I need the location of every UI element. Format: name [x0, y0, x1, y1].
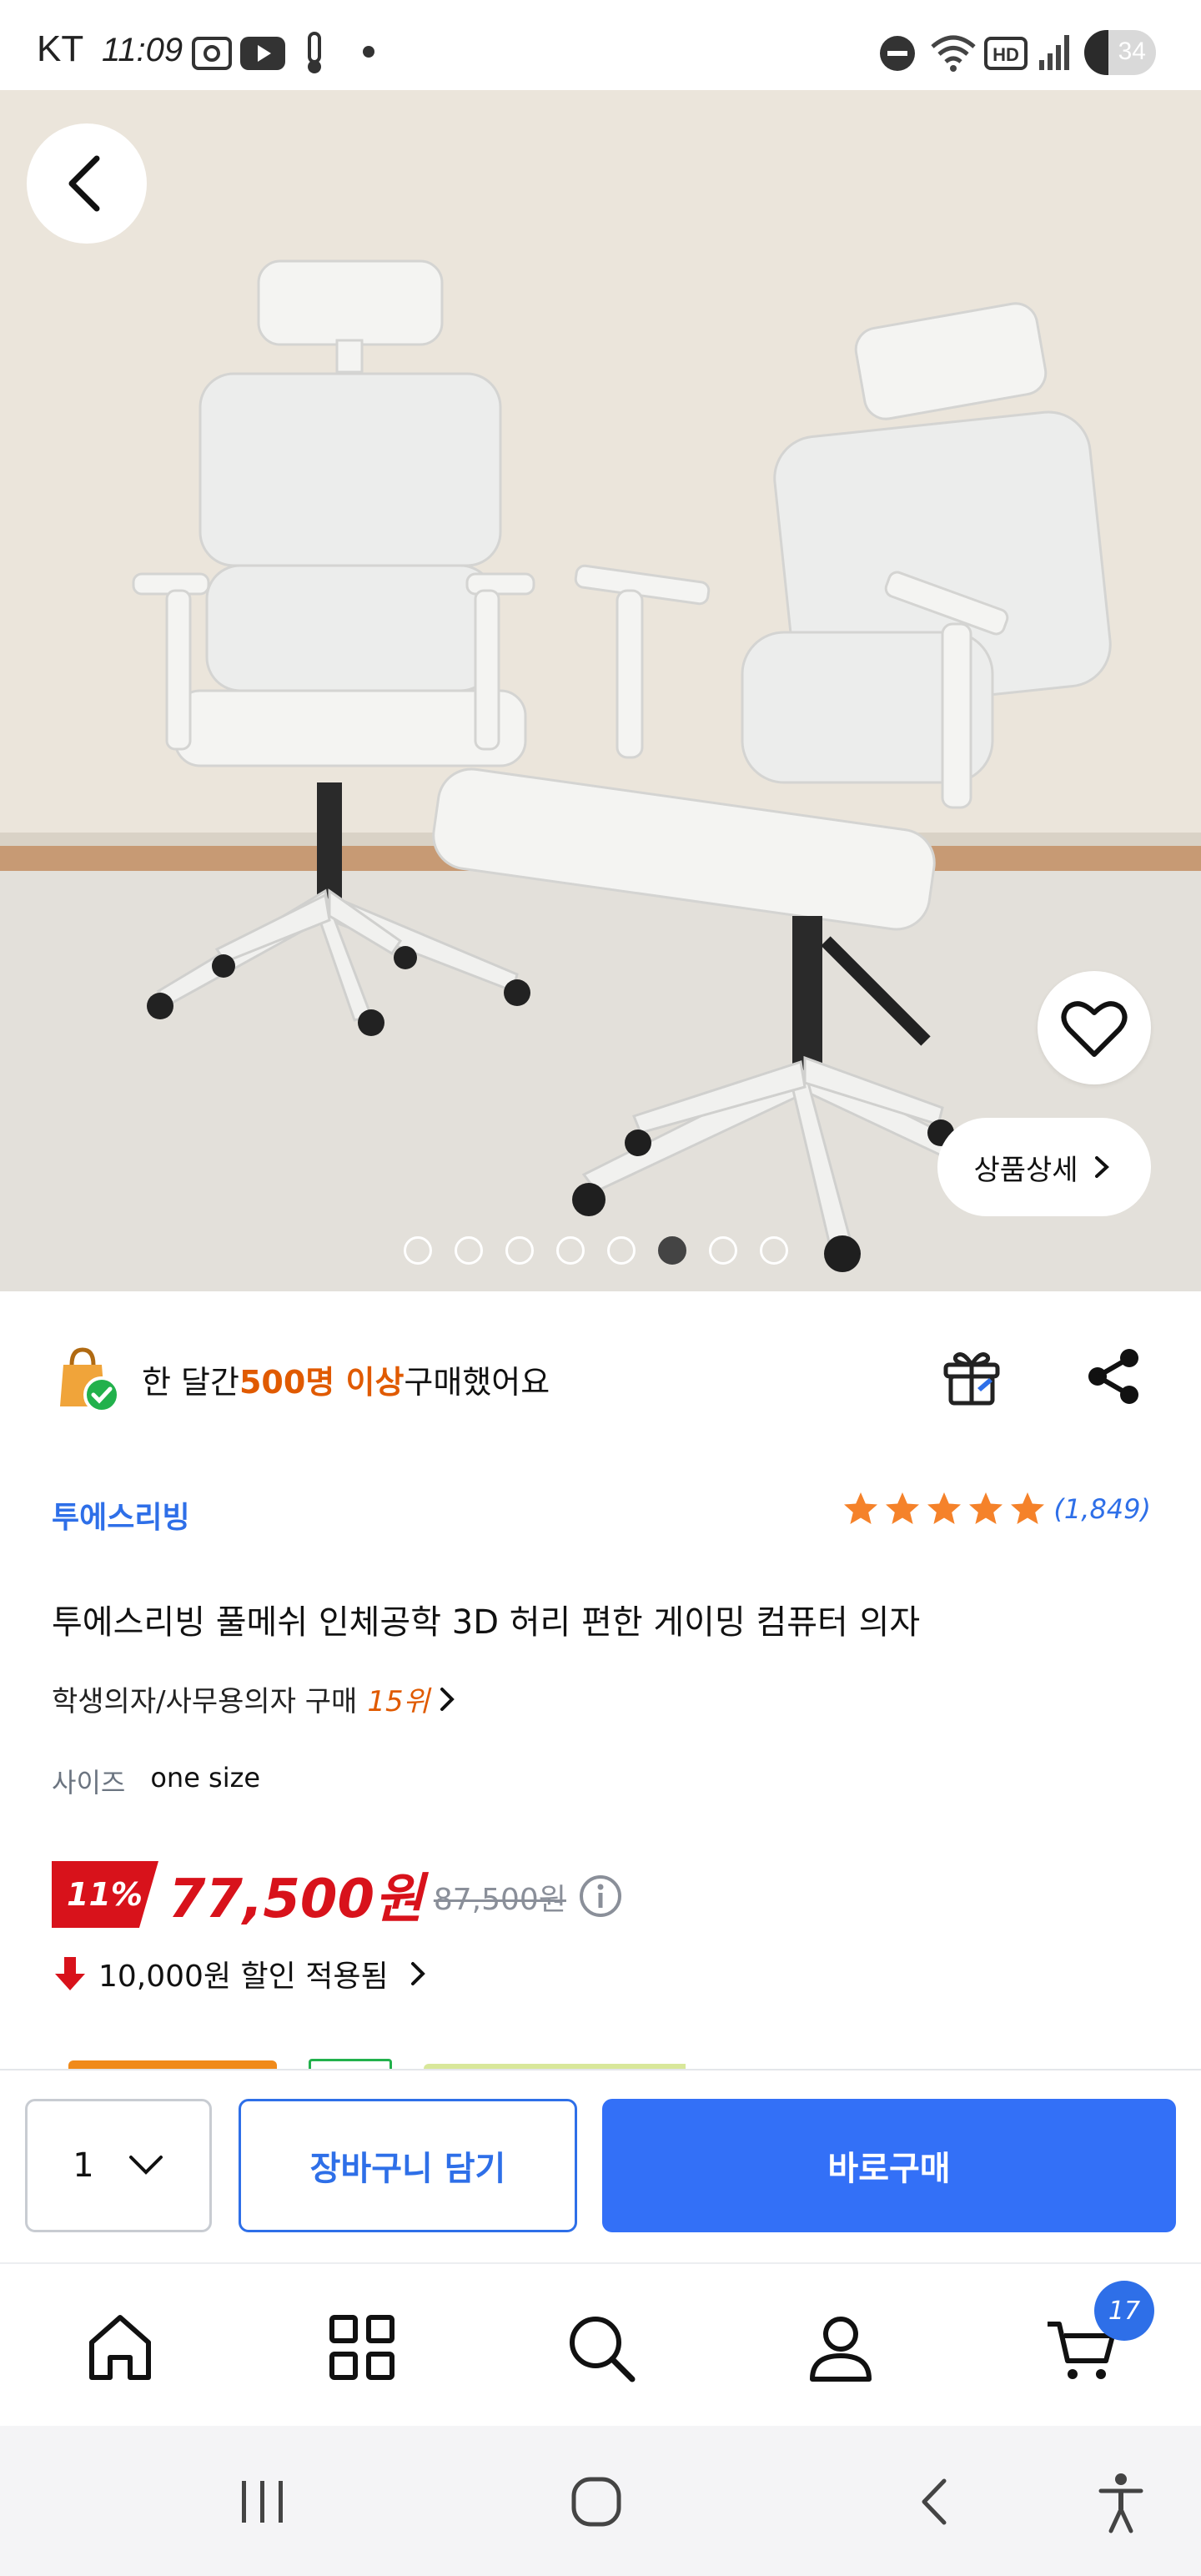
- signal-icon: [1039, 35, 1069, 70]
- quantity-selector[interactable]: 1: [25, 2099, 212, 2232]
- size-label: 사이즈: [52, 1767, 126, 1799]
- back-button[interactable]: [27, 123, 147, 244]
- screenshot-icon: [192, 37, 232, 70]
- product-detail-label: 상품상세: [973, 1153, 1078, 1187]
- purchase-highlight: 500명 이상: [239, 1363, 405, 1401]
- category-icon: [329, 2315, 394, 2380]
- share-icon: [1088, 1349, 1138, 1404]
- star-rating: [842, 1490, 1047, 1528]
- quantity-value: 1: [73, 2146, 94, 2185]
- purchase-action-bar: 1 장바구니 담기 바로구매: [0, 2069, 1201, 2262]
- carousel-dot[interactable]: [556, 1236, 585, 1265]
- youtube-icon: [240, 37, 285, 70]
- rank-number: 15위: [367, 1685, 430, 1718]
- purchase-prefix: 한 달간: [142, 1363, 239, 1401]
- carousel-dot[interactable]: [607, 1236, 636, 1265]
- chevron-right-icon: [1094, 1156, 1109, 1178]
- battery-level: 34: [1118, 38, 1146, 65]
- dot-icon: [363, 46, 374, 58]
- star-icon: [969, 1492, 1003, 1524]
- carousel-dot[interactable]: [658, 1236, 686, 1265]
- carousel-dot[interactable]: [455, 1236, 483, 1265]
- gift-icon: [943, 1352, 1000, 1406]
- do-not-disturb-icon: [880, 36, 915, 71]
- chevron-left-icon: [68, 155, 100, 212]
- accessibility-icon[interactable]: [1098, 2471, 1144, 2534]
- rank-category: 학생의자/사무용의자 구매: [52, 1685, 358, 1718]
- chevron-right-icon: [440, 1687, 455, 1711]
- shopping-bag-check-icon: [60, 1347, 120, 1413]
- carousel-dot[interactable]: [760, 1236, 788, 1265]
- size-option: 사이즈 one size: [52, 1762, 260, 1800]
- product-detail-button[interactable]: 상품상세: [937, 1118, 1151, 1216]
- review-count: (1,849): [1053, 1493, 1151, 1525]
- nav-search[interactable]: [560, 2307, 641, 2387]
- arrow-down-icon: [55, 1957, 85, 1990]
- bottom-navigation: [0, 2262, 1201, 2426]
- system-navigation-bar: [0, 2426, 1201, 2576]
- search-icon: [570, 2317, 636, 2382]
- clock: 11:09: [102, 32, 183, 68]
- size-value: one size: [150, 1762, 261, 1794]
- coupon-text: 10,000원 할인 적용됨: [98, 1960, 389, 1994]
- carousel-dot[interactable]: [404, 1236, 432, 1265]
- svg-text:HD: HD: [992, 44, 1019, 65]
- price-row: 11% 77,500원 87,500원: [52, 1857, 623, 1932]
- star-icon: [927, 1492, 962, 1524]
- recents-icon[interactable]: [235, 2476, 290, 2528]
- cart-count-badge: 17: [1094, 2281, 1154, 2341]
- sale-price: 77,500원: [168, 1869, 424, 1930]
- nav-home[interactable]: [80, 2307, 160, 2387]
- star-icon: [886, 1492, 920, 1524]
- wifi-icon: [931, 35, 976, 72]
- purchase-count-banner: 한 달간 500명 이상 구매했어요: [52, 1343, 550, 1415]
- status-bar: KT 11:09 HD 34: [0, 0, 1201, 90]
- chevron-right-icon: [410, 1962, 425, 1985]
- brand-link[interactable]: 투에스리빙: [52, 1493, 190, 1537]
- star-icon: [844, 1492, 878, 1524]
- star-icon: [1011, 1492, 1045, 1524]
- carousel-indicator[interactable]: [404, 1235, 788, 1266]
- home-circle-icon[interactable]: [569, 2474, 624, 2529]
- original-price: 87,500원: [433, 1883, 566, 1917]
- home-icon: [89, 2315, 151, 2380]
- buy-now-button[interactable]: 바로구매: [602, 2099, 1176, 2232]
- thermometer-icon: [308, 32, 321, 73]
- add-to-cart-button[interactable]: 장바구니 담기: [239, 2099, 577, 2232]
- battery-icon: 34: [1084, 30, 1156, 75]
- product-title: 투에스리빙 풀메쉬 인체공학 3D 허리 편한 게이밍 컴퓨터 의자: [52, 1603, 921, 1642]
- product-image-carousel[interactable]: 상품상세: [0, 90, 1201, 1291]
- gift-button[interactable]: [941, 1345, 1003, 1406]
- two-white-ergonomic-office-chairs-photo: [0, 90, 1201, 1291]
- rating-summary[interactable]: (1,849): [842, 1490, 1151, 1528]
- back-icon[interactable]: [912, 2474, 956, 2529]
- share-button[interactable]: [1084, 1346, 1143, 1406]
- wishlist-button[interactable]: [1038, 971, 1151, 1084]
- heart-icon: [1061, 1001, 1128, 1057]
- chevron-down-icon: [128, 2156, 163, 2175]
- purchase-suffix: 구매했어요: [404, 1363, 550, 1401]
- hd-icon: HD: [984, 37, 1028, 70]
- coupon-discount-link[interactable]: 10,000원 할인 적용됨: [52, 1952, 432, 1995]
- carrier-label: KT: [37, 28, 84, 69]
- nav-category[interactable]: [322, 2307, 402, 2387]
- info-icon[interactable]: [578, 1874, 623, 1919]
- carousel-dot[interactable]: [505, 1236, 534, 1265]
- my-page-icon: [810, 2317, 872, 2382]
- discount-rate-badge: 11%: [52, 1861, 158, 1928]
- category-rank-link[interactable]: 학생의자/사무용의자 구매 15위: [52, 1678, 460, 1719]
- nav-my-page[interactable]: [801, 2307, 881, 2387]
- carousel-dot[interactable]: [709, 1236, 737, 1265]
